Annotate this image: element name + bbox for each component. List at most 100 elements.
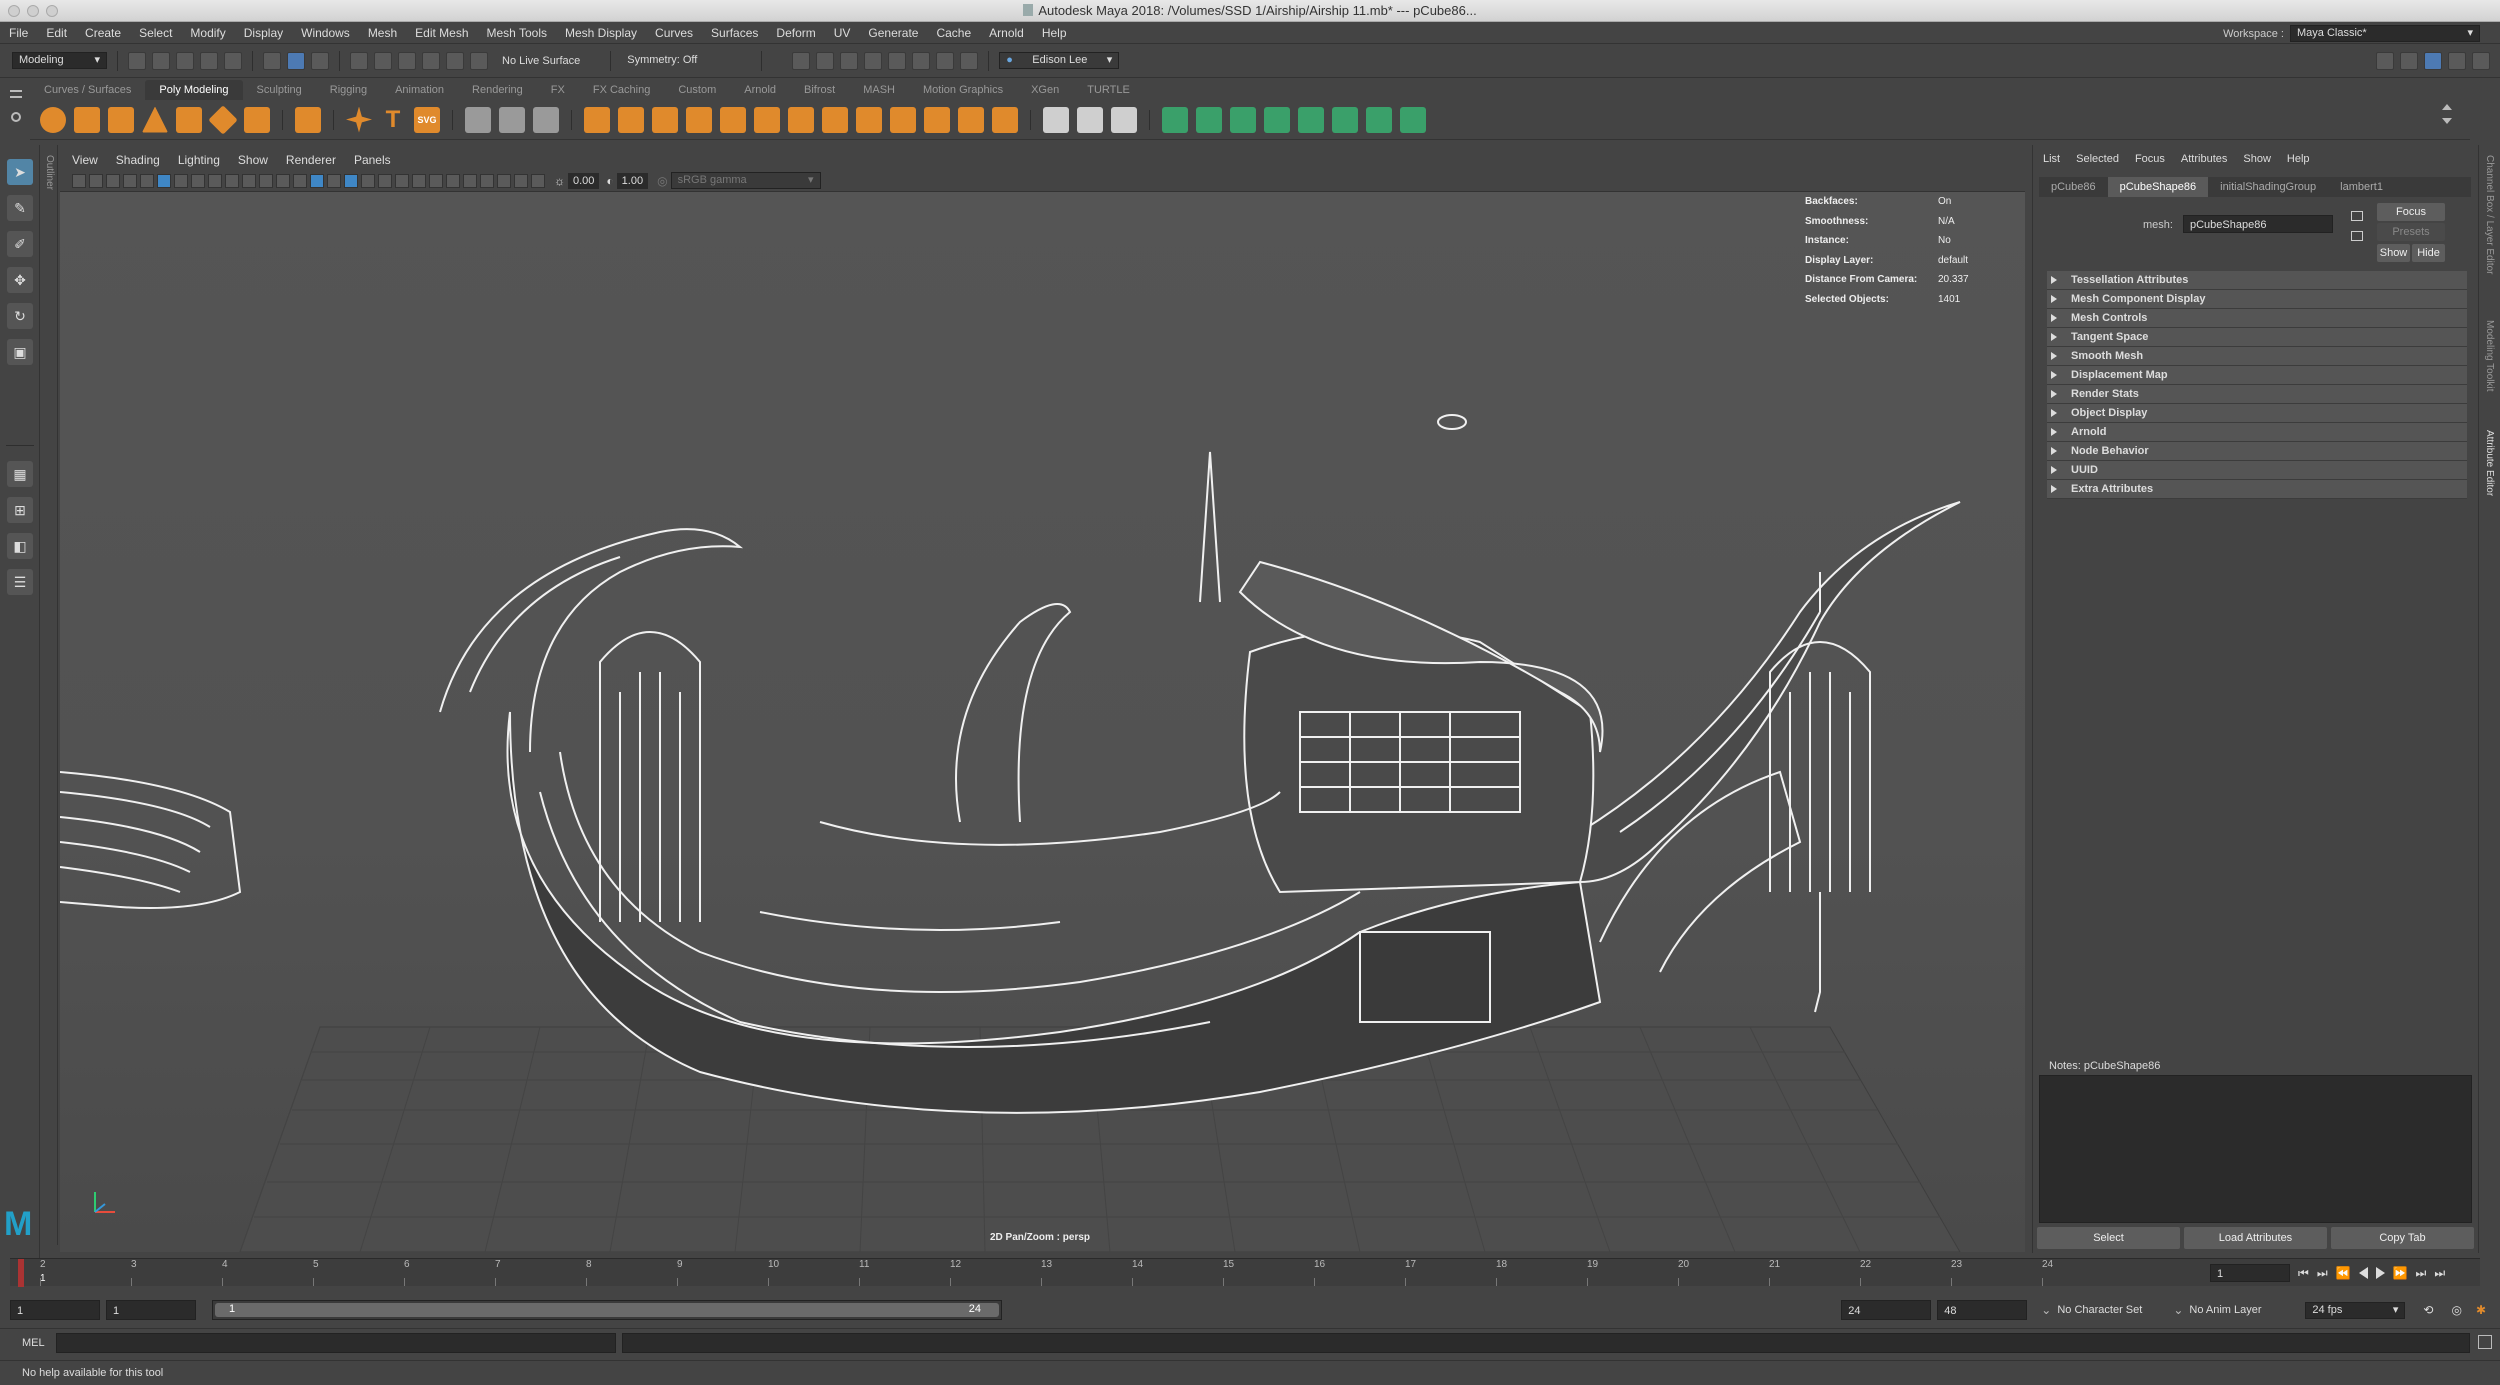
anim-layer-icon[interactable]: ⌄ [2173,1303,2183,1317]
grid-toggle-icon[interactable] [174,173,188,188]
perspective-viewport[interactable]: Backfaces: On Smoothness: N/A Instance: No … [60,192,2025,1252]
mesh-name-field[interactable]: pCubeShape86 [2183,215,2333,233]
attribute-editor-tab[interactable]: Attribute Editor [2484,430,2495,496]
live-surface-label[interactable]: No Live Surface [502,55,580,67]
cylindrical-uv-icon[interactable] [1196,106,1222,133]
boolean-union-icon[interactable] [618,106,644,133]
go-to-end-icon[interactable]: ⏭ [2434,1266,2445,1281]
four-view-layout-icon[interactable]: ⊞ [7,497,33,523]
menu-surfaces[interactable]: Surfaces [702,22,767,44]
render-view-icon[interactable] [792,51,811,70]
tab-xgen[interactable]: XGen [1017,80,1073,100]
2d-pan-zoom-icon[interactable] [140,173,154,188]
select-button[interactable]: Select [2037,1227,2180,1249]
chevron-up-icon[interactable] [2442,104,2452,110]
menu-create[interactable]: Create [76,22,130,44]
ae-tab-pcube86[interactable]: pCube86 [2039,177,2108,197]
sew-uv-icon[interactable] [1400,106,1426,133]
wireframe-icon[interactable] [293,173,307,188]
camera-attributes-icon[interactable] [89,173,103,188]
new-scene-icon[interactable] [128,51,146,70]
shelf-scroll[interactable] [2442,104,2454,134]
image-plane-icon[interactable] [123,173,137,188]
undo-icon[interactable] [200,51,218,70]
tab-poly-modeling[interactable]: Poly Modeling [145,80,243,100]
current-time-marker[interactable] [18,1259,24,1287]
redo-icon[interactable] [224,51,242,70]
poly-disc-icon[interactable] [244,106,270,133]
viewport-menu-panels[interactable]: Panels [354,153,391,167]
outliner-layout-icon[interactable]: ☰ [7,569,33,595]
render-settings-icon[interactable] [864,51,883,70]
persp-outliner-layout-icon[interactable]: ◧ [7,533,33,559]
gamma-field[interactable]: 1.00 [616,172,649,189]
poly-plane-icon[interactable] [208,104,238,135]
light-editor-icon[interactable] [936,51,955,70]
section-tessellation-attributes[interactable]: Tessellation Attributes [2047,271,2467,290]
snap-curve-icon[interactable] [374,51,392,70]
focus-button[interactable]: Focus [2377,203,2445,221]
gear-icon[interactable] [11,112,21,122]
animation-end-field[interactable]: 48 [1937,1300,2028,1320]
poly-cone-icon[interactable] [142,106,168,133]
select-tool-icon[interactable]: ➤ [7,159,33,185]
section-uuid[interactable]: UUID [2047,461,2467,480]
extract-icon[interactable] [584,106,610,133]
tab-turtle[interactable]: TURTLE [1073,80,1144,100]
tab-animation[interactable]: Animation [381,80,458,100]
tab-fx-caching[interactable]: FX Caching [579,80,664,100]
section-smooth-mesh[interactable]: Smooth Mesh [2047,347,2467,366]
snap-center-icon[interactable] [470,51,488,70]
smooth-shade-icon[interactable] [310,173,324,188]
ae-menu-show[interactable]: Show [2243,153,2271,165]
save-scene-icon[interactable] [176,51,194,70]
poly-torus-icon[interactable] [176,106,202,133]
playback-end-field[interactable]: 24 [1841,1300,1932,1320]
menu-help[interactable]: Help [1033,22,1076,44]
xray-icon[interactable] [497,173,511,188]
viewport-menu-lighting[interactable]: Lighting [178,153,220,167]
load-attributes-button[interactable]: Load Attributes [2184,1227,2327,1249]
zoom-window-button[interactable] [46,5,58,17]
poly-sphere-icon[interactable] [40,106,66,133]
script-editor-icon[interactable] [2478,1335,2492,1349]
tab-rigging[interactable]: Rigging [316,80,381,100]
shadows-icon[interactable] [395,173,409,188]
remesh-icon[interactable] [822,106,848,133]
film-gate-icon[interactable] [191,173,205,188]
motion-blur-icon[interactable] [429,173,443,188]
paste-node-icon[interactable] [2351,231,2363,241]
xray-joints-icon[interactable] [514,173,528,188]
menu-deform[interactable]: Deform [767,22,824,44]
bevel-icon[interactable] [958,106,984,133]
ae-tab-pcubeshape86[interactable]: pCubeShape86 [2107,177,2209,197]
workspace-dropdown[interactable]: Maya Classic* ▾ [2290,25,2480,42]
four-pane-layout-icon[interactable] [2400,52,2418,70]
menu-cache[interactable]: Cache [927,22,980,44]
move-tool-icon[interactable]: ✥ [7,267,33,293]
snap-surface-icon[interactable] [446,51,464,70]
extrude-icon[interactable] [992,106,1018,133]
step-back-frame-icon[interactable]: ⏪ [2336,1266,2351,1280]
symmetry-dropdown[interactable]: Symmetry: Off [621,52,751,69]
select-component-icon[interactable] [311,51,329,70]
boolean-difference-icon[interactable] [652,106,678,133]
menu-edit[interactable]: Edit [37,22,76,44]
user-account-dropdown[interactable]: ● Edison Lee ▾ [999,52,1120,69]
command-input[interactable] [56,1332,616,1353]
sculpt-tool-icon[interactable] [465,106,491,133]
settings-gear-icon[interactable] [2472,52,2490,70]
tab-custom[interactable]: Custom [664,80,730,100]
menu-mesh-tools[interactable]: Mesh Tools [478,22,556,44]
section-mesh-component-display[interactable]: Mesh Component Display [2047,290,2467,309]
single-pane-layout-icon[interactable] [2376,52,2394,70]
copy-node-icon[interactable] [2351,211,2363,221]
animation-preferences-icon[interactable]: ✱ [2476,1303,2486,1317]
section-extra-attributes[interactable]: Extra Attributes [2047,480,2467,499]
svg-tool-icon[interactable]: SVG [414,106,440,133]
uv-editor-icon[interactable] [1332,106,1358,133]
field-chart-icon[interactable] [242,173,256,188]
go-to-start-icon[interactable]: ⏮ [2298,1266,2309,1281]
menu-arnold[interactable]: Arnold [980,22,1033,44]
tab-curves-surfaces[interactable]: Curves / Surfaces [30,80,145,100]
